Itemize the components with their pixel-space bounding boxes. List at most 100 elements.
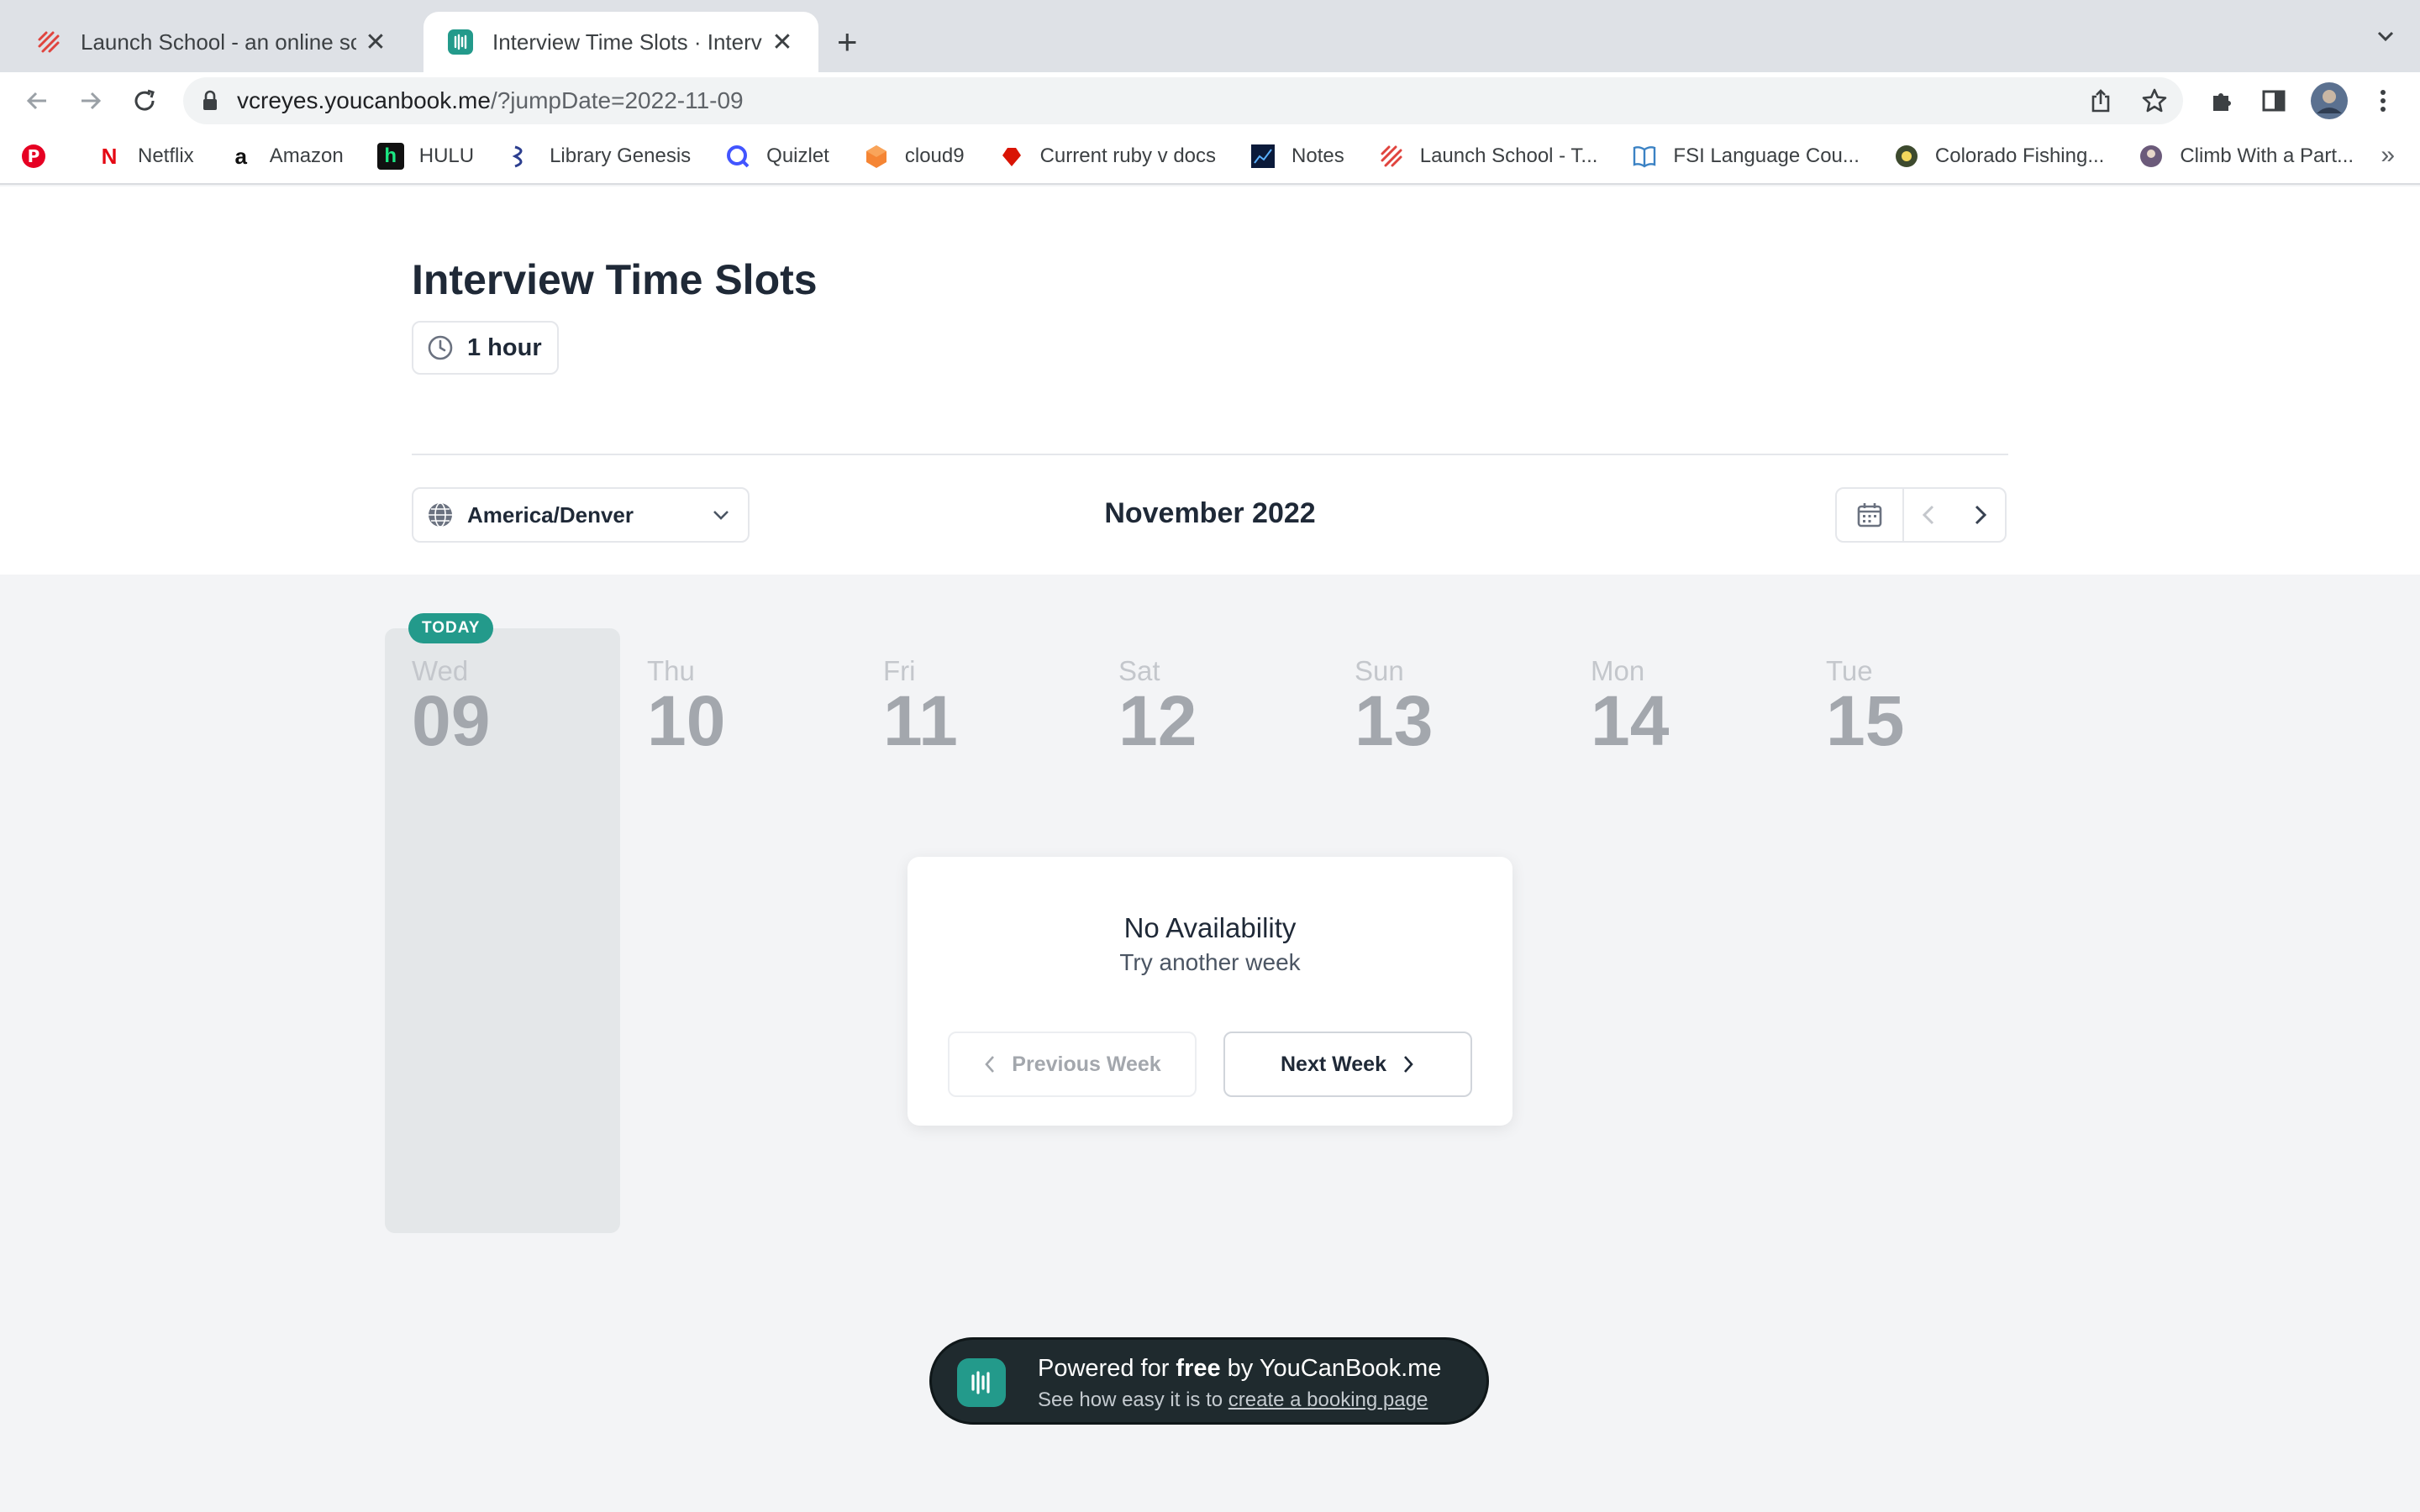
bookmark-label: Netflix: [138, 144, 194, 167]
browser-tab-bar: Launch School - an online school ✕ Inter…: [0, 0, 2420, 72]
tab-launch-school[interactable]: Launch School - an online school ✕: [12, 12, 412, 72]
bookmark-star-icon[interactable]: [2139, 86, 2170, 116]
bookmark-library-genesis[interactable]: Library Genesis: [508, 143, 691, 170]
no-availability-subtext: Try another week: [1119, 949, 1301, 975]
address-bar[interactable]: vcreyes.youcanbook.me/?jumpDate=2022-11-…: [183, 77, 2183, 124]
previous-week-arrow[interactable]: [1904, 489, 1954, 541]
cloud9-icon: [863, 143, 890, 170]
tab-title: Launch School - an online school: [81, 29, 356, 55]
month-label: November 2022: [1104, 497, 1316, 529]
bookmark-label: Notes: [1292, 144, 1344, 167]
amazon-icon: a: [234, 143, 247, 169]
day-column-mon: Mon 14: [1591, 655, 1669, 756]
powered-by-banner[interactable]: Powered for free by YouCanBook.me See ho…: [929, 1337, 1489, 1425]
bookmark-cloud9[interactable]: cloud9: [863, 143, 965, 170]
timezone-select[interactable]: America/Denver: [412, 487, 750, 543]
bookmarks-bar: P N Netflix a Amazon h HULU Library Gene…: [0, 129, 2420, 185]
library-genesis-icon: [508, 143, 534, 170]
bookmark-fsi-language[interactable]: FSI Language Cou...: [1631, 143, 1860, 170]
bookmark-pinterest[interactable]: P: [20, 143, 62, 170]
side-panel-icon[interactable]: [2259, 86, 2289, 116]
page-title: Interview Time Slots: [412, 256, 818, 303]
profile-avatar[interactable]: [2309, 81, 2349, 121]
bookmark-notes[interactable]: Notes: [1249, 143, 1344, 170]
bookmark-launch-school[interactable]: Launch School - T...: [1378, 143, 1598, 170]
bookmark-label: Climb With a Part...: [2180, 144, 2354, 167]
previous-week-button[interactable]: Previous Week: [948, 1032, 1197, 1097]
powered-by-text: Powered for free by YouCanBook.me: [1038, 1355, 1442, 1382]
close-tab-icon[interactable]: ✕: [770, 28, 795, 57]
lock-icon: [202, 90, 218, 112]
colorado-icon: [1893, 143, 1920, 170]
bookmark-amazon[interactable]: a Amazon: [228, 143, 344, 170]
booking-header: Interview Time Slots 1 hour America/Denv…: [0, 186, 2420, 575]
launch-school-icon: [35, 29, 62, 55]
day-column-sat: Sat 12: [1118, 655, 1197, 756]
pinterest-icon: P: [20, 143, 47, 170]
svg-text:P: P: [28, 146, 40, 166]
url-path: /?jumpDate=2022-11-09: [490, 87, 744, 113]
bookmark-label: FSI Language Cou...: [1673, 144, 1860, 167]
bookmark-climb[interactable]: Climb With a Part...: [2138, 143, 2354, 170]
day-column-thu: Thu 10: [647, 655, 725, 756]
day-column-wed: Wed 09: [412, 655, 490, 756]
bookmark-label: Quizlet: [766, 144, 829, 167]
duration-label: 1 hour: [467, 333, 542, 361]
week-navigation: [1835, 487, 2007, 543]
clock-icon: [427, 334, 454, 361]
launch-school-icon: [1378, 143, 1405, 170]
back-arrow-icon[interactable]: [20, 84, 54, 118]
next-week-arrow[interactable]: [1954, 489, 2005, 541]
create-booking-page-link[interactable]: create a booking page: [1228, 1389, 1428, 1411]
chevron-left-icon: [1919, 503, 1939, 527]
next-week-label: Next Week: [1281, 1052, 1386, 1076]
bookmark-netflix[interactable]: N Netflix: [96, 143, 194, 170]
ruby-icon: [998, 143, 1025, 170]
hulu-icon: h: [376, 143, 404, 170]
chevron-right-icon: [1970, 503, 1990, 527]
day-date: 12: [1118, 681, 1197, 760]
extensions-puzzle-icon[interactable]: [2207, 86, 2237, 116]
bookmark-hulu[interactable]: h HULU: [376, 143, 475, 170]
day-column-tue: Tue 15: [1826, 655, 1904, 756]
browser-menu-icon[interactable]: [2368, 86, 2398, 116]
chevron-down-icon: [711, 505, 731, 525]
day-column-sun: Sun 13: [1355, 655, 1433, 756]
day-date: 14: [1591, 681, 1670, 760]
bookmark-ruby-docs[interactable]: Current ruby v docs: [998, 143, 1216, 170]
bookmark-label: Launch School - T...: [1419, 144, 1598, 167]
header-divider: [412, 454, 2008, 455]
tab-search-chevron-icon[interactable]: [2375, 25, 2396, 51]
bookmark-label: Current ruby v docs: [1039, 144, 1217, 167]
today-badge: TODAY: [408, 613, 494, 643]
timezone-value: America/Denver: [467, 501, 634, 528]
bookmark-quizlet[interactable]: Quizlet: [724, 143, 829, 170]
create-booking-text: See how easy it is to create a booking p…: [1038, 1389, 1428, 1411]
chevron-right-icon: [1402, 1054, 1415, 1074]
close-tab-icon[interactable]: ✕: [363, 28, 388, 57]
bookmark-label: HULU: [418, 144, 475, 167]
book-icon: [1631, 143, 1658, 170]
day-date: 09: [412, 681, 491, 760]
reload-icon[interactable]: [128, 84, 161, 118]
day-date: 13: [1355, 681, 1434, 760]
bookmark-colorado-fishing[interactable]: Colorado Fishing...: [1893, 143, 2104, 170]
forward-arrow-icon[interactable]: [74, 84, 108, 118]
calendar-picker-button[interactable]: [1837, 489, 1904, 541]
tab-interview-time-slots[interactable]: Interview Time Slots · Interview ✕: [424, 12, 818, 72]
chevron-left-icon: [983, 1054, 997, 1074]
share-icon[interactable]: [2086, 86, 2116, 116]
day-date: 10: [647, 681, 726, 760]
notes-icon: [1249, 143, 1276, 170]
previous-week-label: Previous Week: [1012, 1052, 1161, 1076]
browser-toolbar: vcreyes.youcanbook.me/?jumpDate=2022-11-…: [0, 72, 2420, 129]
globe-icon: [427, 501, 454, 528]
new-tab-button[interactable]: +: [837, 22, 858, 62]
youcanbook-logo-icon: [957, 1358, 1006, 1407]
tab-title: Interview Time Slots · Interview: [492, 29, 763, 55]
bookmark-label: Amazon: [269, 144, 344, 167]
next-week-button[interactable]: Next Week: [1223, 1032, 1472, 1097]
more-bookmarks-icon[interactable]: »: [2381, 141, 2395, 170]
quizlet-icon: [724, 143, 751, 170]
bookmark-label: cloud9: [904, 144, 965, 167]
